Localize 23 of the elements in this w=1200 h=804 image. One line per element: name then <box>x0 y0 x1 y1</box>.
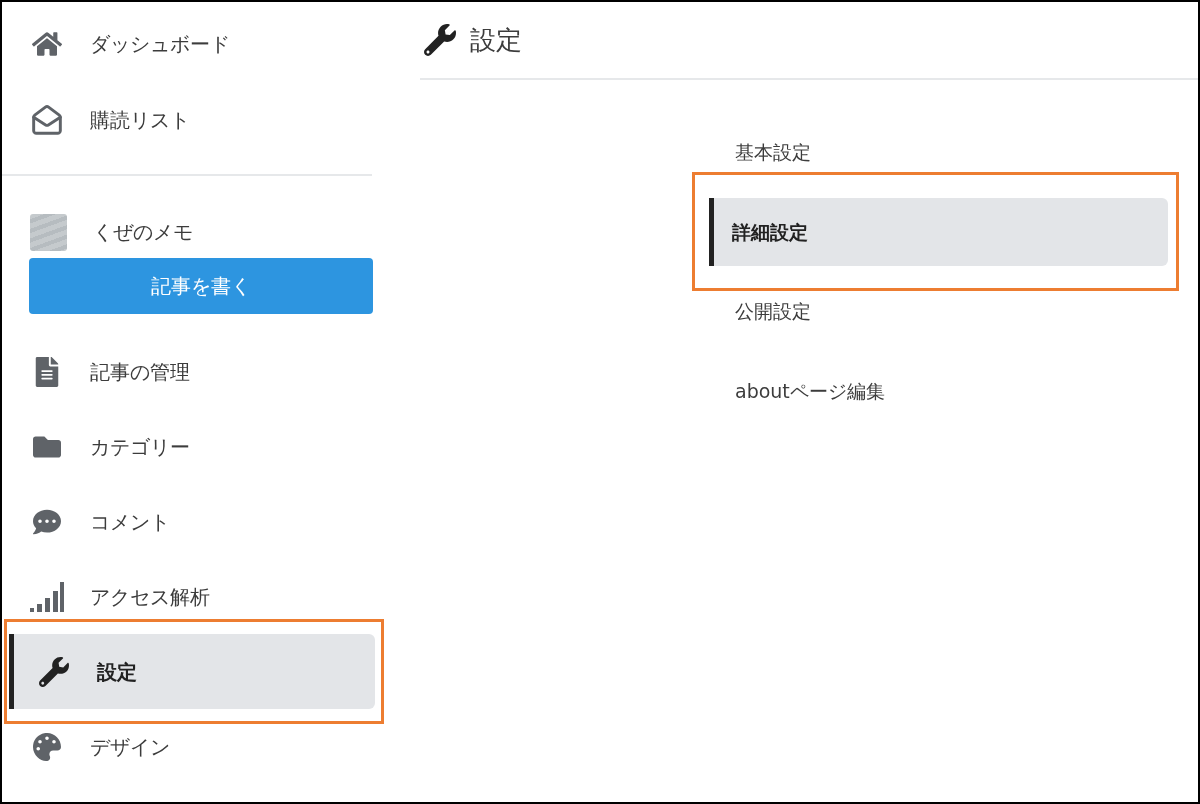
document-icon <box>35 356 59 387</box>
settings-menu-item[interactable]: aboutページ編集 <box>712 357 1198 425</box>
sidebar-item[interactable]: 記事の管理 <box>2 334 382 409</box>
sidebar-item[interactable]: 購読リスト <box>2 82 382 158</box>
sidebar-item[interactable]: デザイン <box>2 709 382 784</box>
sidebar-item[interactable]: ダッシュボード <box>2 6 382 82</box>
wrench-icon <box>424 24 456 56</box>
settings-menu-item[interactable]: 公開設定 <box>712 277 1198 345</box>
page-title: 設定 <box>470 23 522 57</box>
settings-menu-item[interactable]: 詳細設定 <box>709 198 1168 266</box>
sidebar-item[interactable]: カテゴリー <box>2 409 382 484</box>
settings-menu-item[interactable]: 基本設定 <box>712 118 1198 186</box>
palette-icon <box>33 732 61 761</box>
home-icon <box>32 30 62 58</box>
sidebar-item[interactable]: 設定 <box>9 634 375 709</box>
inbox-icon <box>31 104 63 136</box>
sidebar-item[interactable]: アクセス解析 <box>2 559 382 634</box>
signal-bars-icon <box>30 581 64 612</box>
sidebar-item[interactable]: コメント <box>2 484 382 559</box>
wrench-icon <box>39 656 69 687</box>
blog-thumbnail <box>30 213 67 251</box>
comment-icon <box>33 507 61 536</box>
blog-name[interactable]: くぜのメモ <box>93 217 193 247</box>
